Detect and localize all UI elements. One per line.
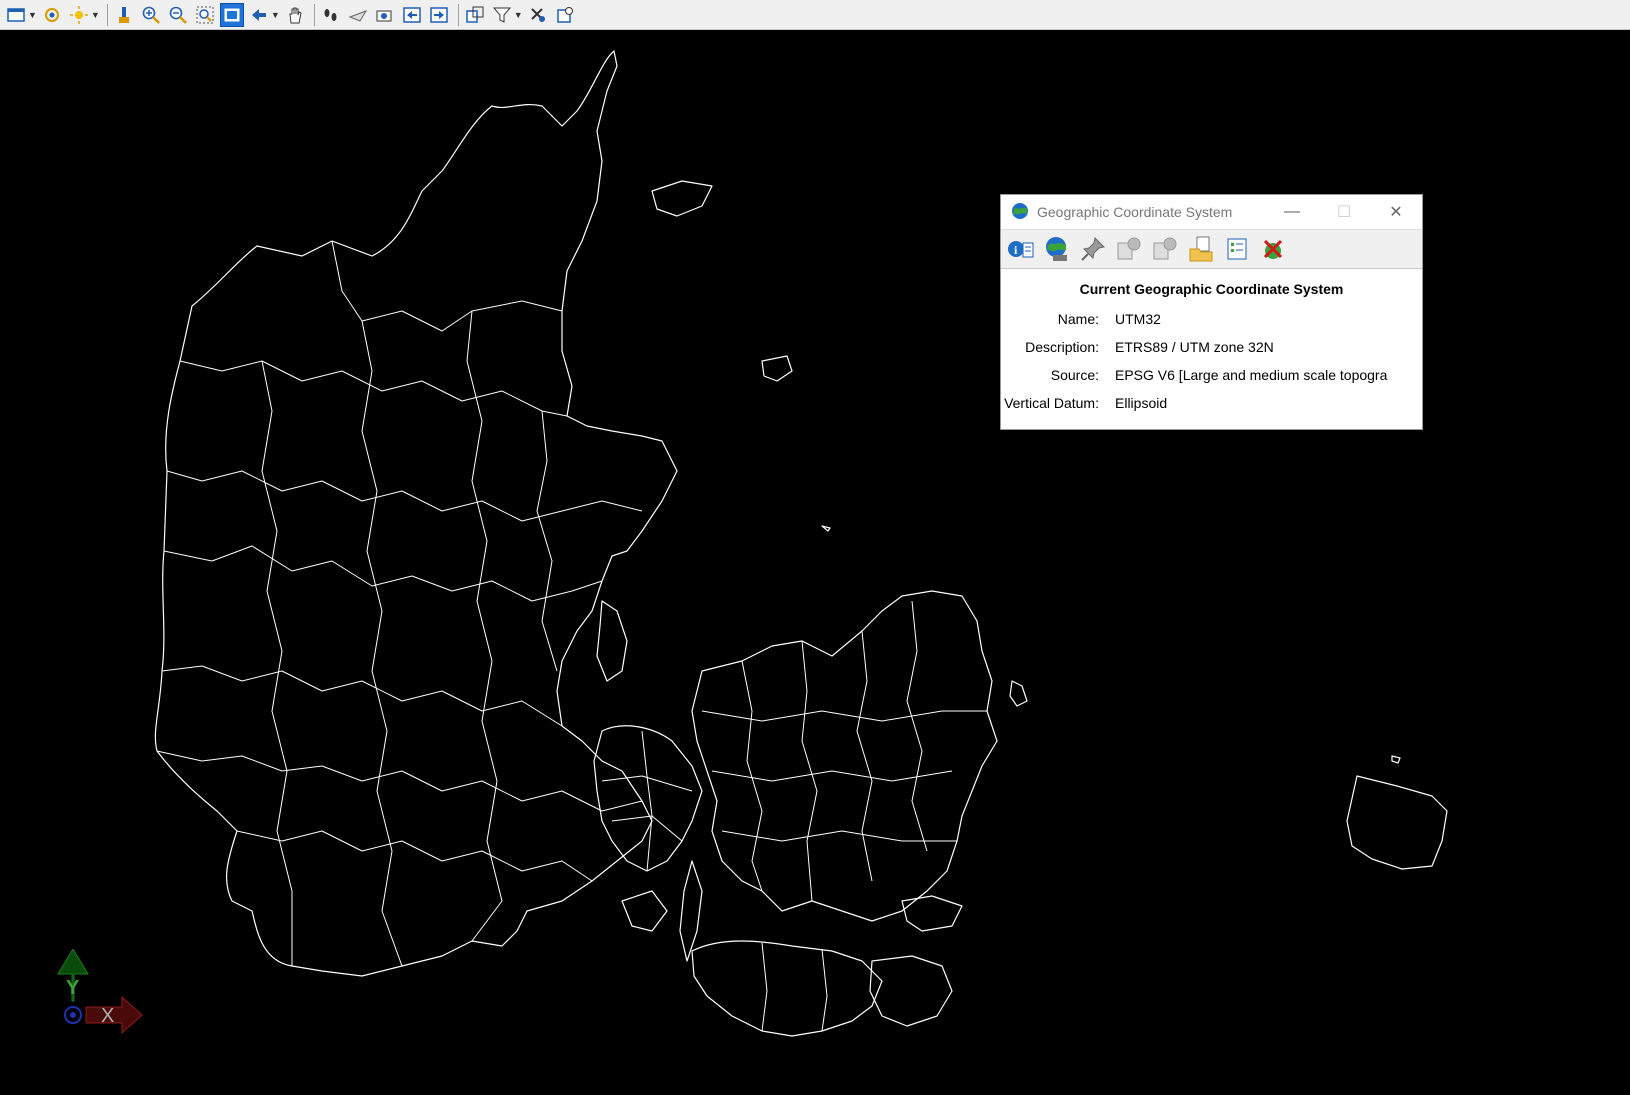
select-icon[interactable]: [526, 3, 550, 27]
dialog-heading: Current Geographic Coordinate System: [1079, 281, 1344, 297]
source-value: EPSG V6 [Large and medium scale topogra: [1115, 367, 1388, 383]
funen-outline: [593, 725, 703, 872]
fly-icon[interactable]: [346, 3, 370, 27]
ucs-icon: Y X: [57, 949, 143, 1035]
camera-icon[interactable]: [373, 3, 397, 27]
vertical-datum-value: Ellipsoid: [1115, 395, 1168, 411]
info-icon[interactable]: i: [1005, 233, 1037, 265]
dialog-title: Geographic Coordinate System: [1037, 204, 1233, 220]
lolland-outline: [691, 940, 883, 1037]
view-layout-icon[interactable]: [4, 3, 28, 27]
small-islet: [1009, 680, 1028, 707]
samso-island: [596, 600, 628, 682]
export-icon[interactable]: [1113, 233, 1145, 265]
drawing-canvas[interactable]: Y X Geographic Coordinate System — ☐ ✕ i…: [2, 31, 1628, 1093]
description-row: Description: ETRS89 / UTM zone 32N: [1001, 333, 1422, 361]
filter-icon[interactable]: [490, 3, 514, 27]
bornholm-outline: [1346, 775, 1448, 870]
filter-dropdown-caret[interactable]: ▼: [514, 10, 523, 20]
toolbar-separator: [313, 3, 315, 26]
minimize-button[interactable]: —: [1266, 195, 1318, 229]
ucs-x-label: X: [101, 1005, 114, 1027]
view-dropdown-caret[interactable]: ▼: [28, 10, 37, 20]
jutland-outline: [154, 50, 678, 977]
name-row: Name: UTM32: [1001, 305, 1422, 333]
list-icon[interactable]: [1221, 233, 1253, 265]
geographic-coordinate-system-dialog[interactable]: Geographic Coordinate System — ☐ ✕ i Cur…: [1000, 194, 1423, 430]
dialog-body: Current Geographic Coordinate System Nam…: [1001, 269, 1422, 417]
zoom-extents-icon[interactable]: [219, 2, 244, 27]
brush-icon[interactable]: [112, 3, 136, 27]
light-dropdown-caret[interactable]: ▼: [91, 10, 100, 20]
import-icon[interactable]: [1149, 233, 1181, 265]
aero-island: [621, 890, 668, 932]
zoom-dropdown-caret[interactable]: ▼: [271, 10, 280, 20]
dialog-toolbar: i: [1001, 229, 1422, 269]
source-row: Source: EPSG V6 [Large and medium scale …: [1001, 361, 1422, 389]
viewport-icon[interactable]: [463, 3, 487, 27]
small-islet: [1391, 755, 1401, 764]
zoom-window-icon[interactable]: [193, 3, 217, 27]
pin-icon[interactable]: [1077, 233, 1109, 265]
dialog-titlebar[interactable]: Geographic Coordinate System — ☐ ✕: [1001, 195, 1422, 229]
light-icon[interactable]: [67, 3, 91, 27]
description-label: Description:: [1025, 339, 1099, 355]
zoom-previous-icon[interactable]: [247, 3, 271, 27]
zoom-out-icon[interactable]: [166, 3, 190, 27]
small-islet: [821, 525, 831, 532]
falster-outline: [869, 955, 953, 1027]
maximize-button[interactable]: ☐: [1318, 195, 1370, 229]
lolland-boundaries: [761, 942, 828, 1032]
query-icon[interactable]: [553, 3, 577, 27]
walk-icon[interactable]: [319, 3, 343, 27]
main-toolbar: ▼ ▼ ▼ ▼: [0, 0, 1630, 30]
globe-icon[interactable]: [1041, 233, 1073, 265]
name-label: Name:: [1057, 311, 1099, 327]
ucs-y-label: Y: [66, 977, 80, 999]
vertical-datum-row: Vertical Datum: Ellipsoid: [1001, 389, 1422, 417]
toolbar-separator: [106, 3, 108, 26]
source-label: Source:: [1050, 367, 1099, 383]
close-button[interactable]: ✕: [1370, 195, 1422, 229]
zoom-in-icon[interactable]: [139, 3, 163, 27]
funen-boundaries: [601, 730, 693, 872]
vertical-datum-label: Vertical Datum:: [1004, 395, 1099, 411]
name-value: UTM32: [1115, 311, 1161, 327]
zealand-outline: [691, 590, 998, 922]
open-folder-icon[interactable]: [1185, 233, 1217, 265]
globe-icon: [1011, 202, 1029, 223]
langeland-island: [679, 860, 703, 962]
laeso-island: [651, 180, 713, 217]
orbit-icon[interactable]: [40, 3, 64, 27]
view-back-icon[interactable]: [400, 3, 424, 27]
toolbar-separator: [457, 3, 459, 26]
pan-icon[interactable]: [283, 3, 307, 27]
anholt-island: [761, 355, 793, 382]
moen-island: [901, 895, 963, 932]
description-value: ETRS89 / UTM zone 32N: [1115, 339, 1274, 355]
view-forward-icon[interactable]: [427, 3, 451, 27]
denmark-municipality-map: [154, 50, 1448, 1037]
delete-icon[interactable]: [1257, 233, 1289, 265]
